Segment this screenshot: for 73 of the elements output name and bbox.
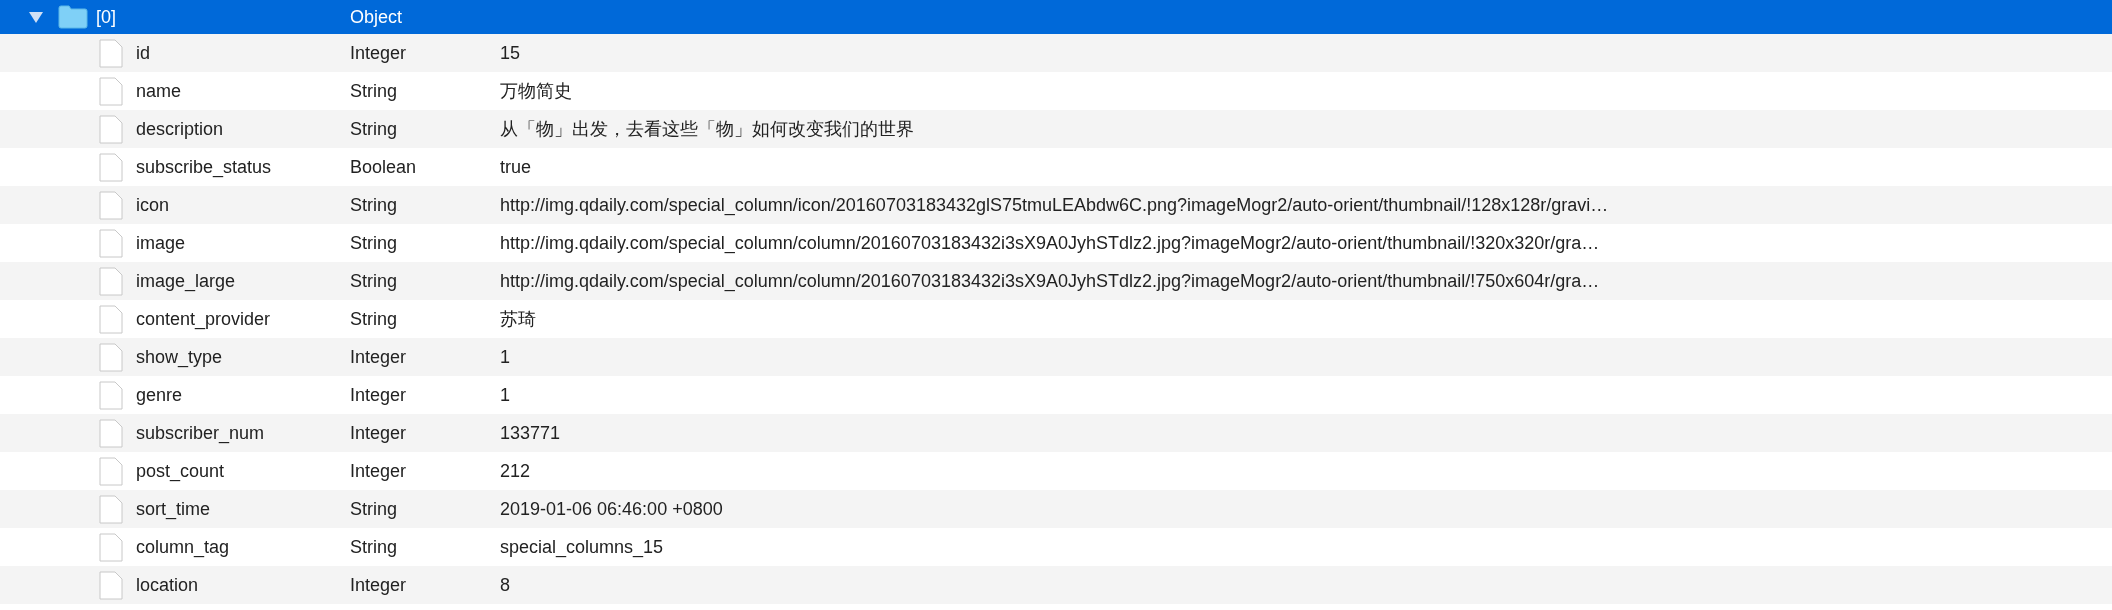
value-label: 苏琦 xyxy=(500,307,536,331)
type-label: String xyxy=(350,497,399,521)
type-label: Integer xyxy=(350,345,408,369)
value-label: special_columns_15 xyxy=(500,535,664,560)
key-label: content_provider xyxy=(136,307,272,332)
folder-icon xyxy=(58,5,88,29)
value-label: 2019-01-06 06:46:00 +0800 xyxy=(500,497,723,521)
value-label: 15 xyxy=(500,41,521,65)
value-label: 212 xyxy=(500,459,531,483)
key-label: image xyxy=(136,231,187,255)
key-label: genre xyxy=(136,383,184,407)
type-label: Integer xyxy=(350,383,408,407)
key-label: show_type xyxy=(136,345,224,370)
type-label: String xyxy=(350,117,399,141)
type-label: String xyxy=(350,231,399,255)
value-label: 从「物」出发，去看这些「物」如何改变我们的世界 xyxy=(500,117,914,141)
value-label: http://img.qdaily.com/special_column/column/20160703183432i3sX9A0JyhSTdlz2.jpg?imageMogr2/auto-orient/thumbnail/!750x604r/gra… xyxy=(500,269,1600,294)
type-label: Integer xyxy=(350,573,408,597)
tree-row[interactable]: image_large String http://img.qdaily.com/special_column/column/20160703183432i3sX9A0JyhSTdlz2.jpg?imageMogr2/auto-orient/thumbnail/!750x604r/gra… xyxy=(0,262,2112,300)
tree-row[interactable]: id Integer 15 xyxy=(0,34,2112,72)
key-label: subscribe_status xyxy=(136,155,273,180)
type-label: Integer xyxy=(350,421,408,445)
type-label: String xyxy=(350,193,399,217)
value-label: 1 xyxy=(500,345,510,369)
type-label: Boolean xyxy=(350,155,418,179)
value-label: 133771 xyxy=(500,421,561,445)
type-label: String xyxy=(350,269,399,293)
document-icon xyxy=(99,380,123,410)
value-label: http://img.qdaily.com/special_column/icon/20160703183432glS75tmuLEAbdw6C.png?imageMogr2/auto-orient/thumbnail/!128x128r/gravi… xyxy=(500,193,1609,218)
document-icon xyxy=(99,304,123,334)
key-label: sort_time xyxy=(136,497,212,522)
key-label: name xyxy=(136,79,183,103)
type-label: Integer xyxy=(350,459,408,483)
document-icon xyxy=(99,342,123,372)
key-label: image_large xyxy=(136,269,237,294)
key-label: location xyxy=(136,573,200,597)
document-icon xyxy=(99,76,123,106)
document-icon xyxy=(99,418,123,448)
document-icon xyxy=(99,266,123,296)
key-label: subscriber_num xyxy=(136,421,266,446)
document-icon xyxy=(99,570,123,600)
value-label: 1 xyxy=(500,383,510,407)
document-icon xyxy=(99,114,123,144)
document-icon xyxy=(99,152,123,182)
key-label: id xyxy=(136,41,151,65)
value-label: 8 xyxy=(500,573,510,597)
type-label: String xyxy=(350,79,399,103)
tree-row[interactable]: show_type Integer 1 xyxy=(0,338,2112,376)
tree-row[interactable]: icon String http://img.qdaily.com/special_column/icon/20160703183432glS75tmuLEAbdw6C.png?imageMogr2/auto-orient/thumbnail/!128x128r/gravi… xyxy=(0,186,2112,224)
tree-row[interactable]: sort_time String 2019-01-06 06:46:00 +0800 xyxy=(0,490,2112,528)
tree-row[interactable]: location Integer 8 xyxy=(0,566,2112,604)
type-label: String xyxy=(350,307,399,331)
document-icon xyxy=(99,532,123,562)
value-label: 万物简史 xyxy=(500,79,572,103)
disclosure-triangle[interactable] xyxy=(26,10,46,24)
value-label: http://img.qdaily.com/special_column/column/20160703183432i3sX9A0JyhSTdlz2.jpg?imageMogr2/auto-orient/thumbnail/!320x320r/gra… xyxy=(500,231,1600,256)
key-label: description xyxy=(136,117,225,141)
key-label: icon xyxy=(136,193,171,217)
tree-row[interactable]: [0] Object xyxy=(0,0,2112,34)
type-label: String xyxy=(350,535,399,559)
type-label: Integer xyxy=(350,41,408,65)
document-icon xyxy=(99,228,123,258)
document-icon xyxy=(99,456,123,486)
document-icon xyxy=(99,190,123,220)
node-type: Object xyxy=(350,5,403,29)
key-label: post_count xyxy=(136,459,226,484)
node-label: [0] xyxy=(96,5,117,29)
tree-row[interactable]: subscriber_num Integer 133771 xyxy=(0,414,2112,452)
document-icon xyxy=(99,494,123,524)
document-icon xyxy=(99,38,123,68)
value-label: true xyxy=(500,155,532,179)
tree-row[interactable]: description String 从「物」出发，去看这些「物」如何改变我们的世界 xyxy=(0,110,2112,148)
key-label: column_tag xyxy=(136,535,231,560)
